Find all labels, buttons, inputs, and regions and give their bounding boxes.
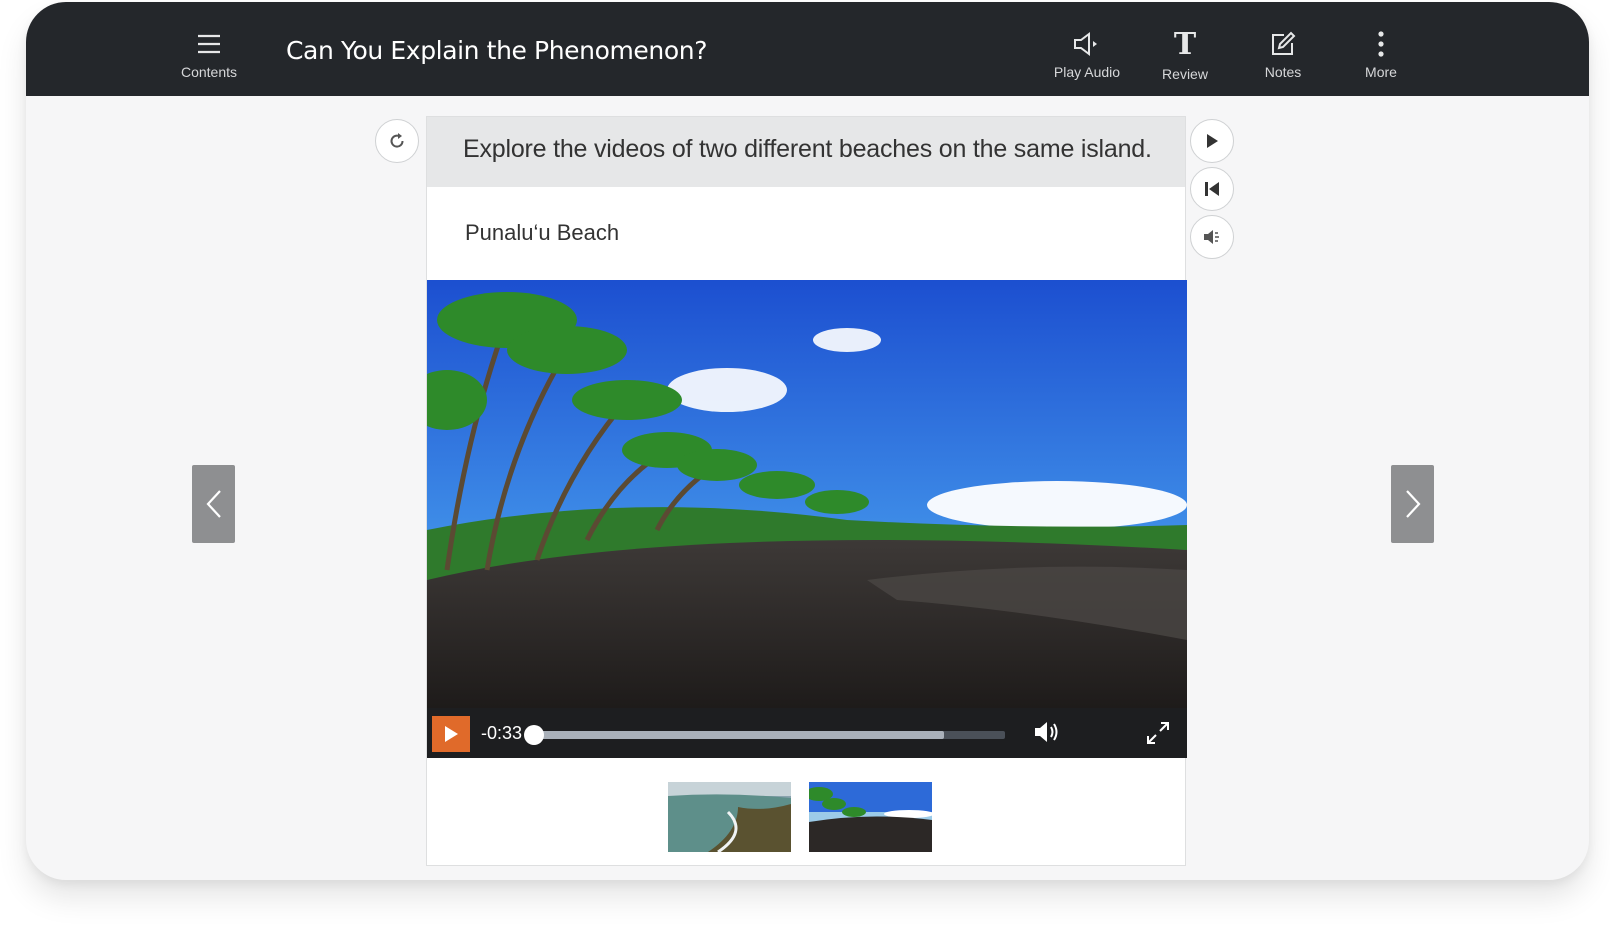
review-button[interactable]: T Review [1135, 26, 1235, 90]
buffered-bar [535, 731, 944, 739]
reset-icon [390, 133, 404, 148]
notes-button[interactable]: Notes [1233, 26, 1333, 90]
more-vertical-icon [1376, 26, 1386, 62]
beach-video-frame [427, 280, 1187, 708]
page-title: Can You Explain the Phenomenon? [286, 36, 708, 65]
text-icon: T [1173, 26, 1197, 62]
contents-label: Contents [180, 64, 238, 80]
fullscreen-icon [1147, 722, 1169, 744]
volume-icon [1035, 722, 1058, 742]
more-button[interactable]: More [1331, 26, 1431, 90]
progress-track[interactable] [535, 731, 1005, 739]
notes-icon [1269, 26, 1297, 62]
progress-handle[interactable] [524, 725, 544, 745]
more-label: More [1365, 64, 1397, 80]
menu-icon [196, 26, 222, 62]
video-play-button[interactable] [432, 716, 470, 752]
content-panel: Explore the videos of two different beac… [426, 116, 1187, 866]
video-controls: -0:33 [427, 708, 1187, 758]
punaluu-beach-thumbnail[interactable] [809, 782, 932, 852]
chevron-right-icon [1405, 490, 1420, 518]
audio-icon [1204, 230, 1219, 244]
beach-title: Punalu‘u Beach [465, 220, 620, 245]
play-button[interactable] [1190, 119, 1234, 163]
top-toolbar: Contents Can You Explain the Phenomenon?… [26, 2, 1589, 96]
speaker-icon [1072, 26, 1102, 62]
play-audio-button[interactable]: Play Audio [1037, 26, 1137, 90]
volume-button[interactable] [1033, 719, 1061, 750]
play-audio-label: Play Audio [1053, 64, 1121, 80]
contents-button[interactable]: Contents [159, 26, 259, 90]
video-player[interactable]: -0:33 [427, 280, 1187, 758]
instruction-text: Explore the videos of two different beac… [427, 117, 1185, 187]
play-icon [1207, 134, 1218, 148]
restart-button[interactable] [1190, 167, 1234, 211]
fullscreen-button[interactable] [1145, 720, 1171, 751]
device-frame: Contents Can You Explain the Phenomenon?… [26, 2, 1589, 880]
previous-page-button[interactable] [192, 465, 235, 543]
chevron-left-icon [206, 490, 221, 518]
audio-button[interactable] [1190, 215, 1234, 259]
reset-button[interactable] [375, 119, 419, 163]
review-label: Review [1162, 66, 1208, 82]
restart-icon [1205, 182, 1219, 196]
green-sand-beach-thumbnail[interactable] [668, 782, 791, 852]
notes-label: Notes [1264, 64, 1302, 80]
next-page-button[interactable] [1391, 465, 1434, 543]
play-icon [445, 726, 458, 742]
time-remaining: -0:33 [481, 723, 523, 743]
